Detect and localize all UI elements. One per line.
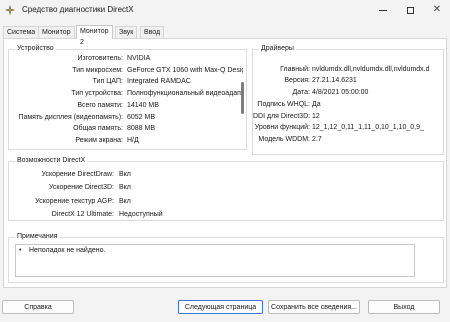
close-button[interactable]: ✕	[424, 0, 450, 20]
device-row: Тип устройства: Полнофункциональный виде…	[9, 89, 243, 99]
driver-main-value: nvldumdx.dll,nvldumdx.dll,nvldumdx.d	[312, 66, 430, 73]
device-group: Устройство Изготовитель: NVIDIA Тип микр…	[8, 45, 247, 150]
maximize-icon	[406, 6, 414, 14]
dx12-ultimate-label: DirectX 12 Ultimate:	[51, 211, 114, 218]
device-display-memory-value: 6052 MB	[127, 114, 156, 121]
device-row: Всего памяти: 14140 MB	[9, 101, 241, 111]
agp-texture-accel-label: Ускорение текстур AGP:	[35, 198, 114, 205]
device-chip-type-label: Тип микросхем:	[72, 67, 123, 74]
window-title: Средство диагностики DirectX	[22, 5, 134, 14]
tab-content-panel: Устройство Изготовитель: NVIDIA Тип микр…	[3, 38, 447, 288]
driver-version-label: Версия:	[284, 77, 310, 84]
directdraw-accel-label: Ускорение DirectDraw:	[41, 171, 114, 178]
direct3d-accel-label: Ускорение Direct3D:	[48, 184, 114, 191]
notes-item: • Неполадок не найдено.	[19, 246, 409, 256]
bullet-icon: •	[19, 247, 22, 254]
device-row: Общая память: 8088 MB	[9, 124, 241, 134]
device-total-memory-label: Всего памяти:	[77, 102, 123, 109]
driver-row: Дата: 4/8/2021 05:00:00	[253, 88, 443, 98]
device-shared-memory-label: Общая память:	[73, 125, 123, 132]
driver-ddi-label: DDI для Direct3D:	[253, 113, 311, 120]
driver-whql-label: Подпись WHQL:	[257, 101, 310, 108]
title-bar: Средство диагностики DirectX ✕	[0, 0, 450, 20]
directx-row: Ускорение DirectDraw: Вкл	[9, 170, 209, 180]
device-display-memory-label: Память дисплея (видеопамять):	[18, 114, 123, 121]
device-scrollbar[interactable]	[241, 52, 245, 148]
driver-row: Версия: 27.21.14.6231	[253, 76, 443, 86]
device-manufacturer-label: Изготовитель:	[77, 55, 124, 62]
device-shared-memory-value: 8088 MB	[127, 125, 156, 132]
minimize-button[interactable]	[370, 0, 396, 20]
device-dac-type-label: Тип ЦАП:	[92, 78, 123, 85]
directx-features-title: Возможности DirectX	[15, 157, 88, 164]
driver-version-value: 27.21.14.6231	[312, 77, 357, 84]
tab-monitor-2[interactable]: Монитор 2	[76, 25, 113, 46]
device-row: Память дисплея (видеопамять): 6052 MB	[9, 113, 241, 123]
driver-row: DDI для Direct3D: 12	[253, 112, 443, 122]
notes-group: Примечания • Неполадок не найдено.	[8, 233, 444, 283]
driver-row: Подпись WHQL: Да	[253, 100, 443, 110]
device-dac-type-value: Integrated RAMDAC	[127, 78, 191, 85]
minimize-icon	[379, 9, 387, 11]
device-type-label: Тип устройства:	[71, 90, 123, 97]
driver-main-label: Главный:	[280, 66, 310, 73]
directx-features-group: Возможности DirectX Ускорение DirectDraw…	[8, 157, 444, 221]
agp-texture-accel-value: Вкл	[119, 198, 131, 205]
driver-ddi-value: 12	[312, 113, 320, 120]
device-scrollbar-thumb[interactable]	[241, 82, 244, 114]
driver-row: Модель WDDM: 2.7	[253, 135, 443, 145]
device-display-mode-label: Режим экрана:	[75, 137, 123, 144]
driver-row: Главный: nvldumdx.dll,nvldumdx.dll,nvldu…	[253, 65, 443, 75]
exit-button[interactable]: Выход	[368, 300, 440, 314]
directx-row: DirectX 12 Ultimate: Недоступный	[9, 210, 209, 220]
device-group-title: Устройство	[15, 45, 56, 52]
save-all-button[interactable]: Сохранить все сведения...	[268, 300, 360, 314]
direct3d-accel-value: Вкл	[119, 184, 131, 191]
device-row: Тип ЦАП: Integrated RAMDAC	[9, 77, 241, 87]
device-display-mode-value: Н/Д	[127, 137, 139, 144]
directdraw-accel-value: Вкл	[119, 171, 131, 178]
drivers-group-title: Драйверы	[259, 45, 296, 52]
device-chip-type-value: GeForce GTX 1060 with Max-Q Design	[127, 67, 243, 74]
device-row: Изготовитель: NVIDIA	[9, 54, 241, 64]
driver-whql-value: Да	[312, 101, 321, 108]
directx-row: Ускорение Direct3D: Вкл	[9, 183, 209, 193]
driver-date-value: 4/8/2021 05:00:00	[312, 89, 369, 96]
driver-feature-levels-value: 12_1,12_0,11_1,11_0,10_1,10_0,9_	[312, 124, 424, 131]
driver-feature-levels-label: Уровни функций:	[254, 124, 310, 131]
driver-date-label: Дата:	[292, 89, 310, 96]
notes-item-text: Неполадок не найдено.	[29, 247, 106, 254]
driver-wddm-label: Модель WDDM:	[258, 136, 310, 143]
device-manufacturer-value: NVIDIA	[127, 55, 151, 62]
notes-title: Примечания	[15, 233, 60, 240]
device-type-value: Полнофункциональный видеоадаптер	[127, 90, 243, 97]
help-button[interactable]: Справка	[2, 300, 74, 314]
directx-app-icon	[5, 5, 15, 15]
driver-wddm-value: 2.7	[312, 136, 322, 143]
device-total-memory-value: 14140 MB	[127, 102, 159, 109]
notes-box[interactable]: • Неполадок не найдено.	[15, 244, 415, 277]
drivers-group: Драйверы Главный: nvldumdx.dll,nvldumdx.…	[252, 45, 444, 155]
maximize-button[interactable]	[397, 0, 423, 20]
device-row: Режим экрана: Н/Д	[9, 136, 241, 146]
close-icon: ✕	[432, 4, 442, 15]
dx12-ultimate-value: Недоступный	[119, 211, 163, 218]
driver-row: Уровни функций: 12_1,12_0,11_1,11_0,10_1…	[253, 123, 443, 133]
device-row: Тип микросхем: GeForce GTX 1060 with Max…	[9, 66, 243, 76]
directx-row: Ускорение текстур AGP: Вкл	[9, 197, 209, 207]
next-page-button[interactable]: Следующая страница	[178, 300, 263, 314]
